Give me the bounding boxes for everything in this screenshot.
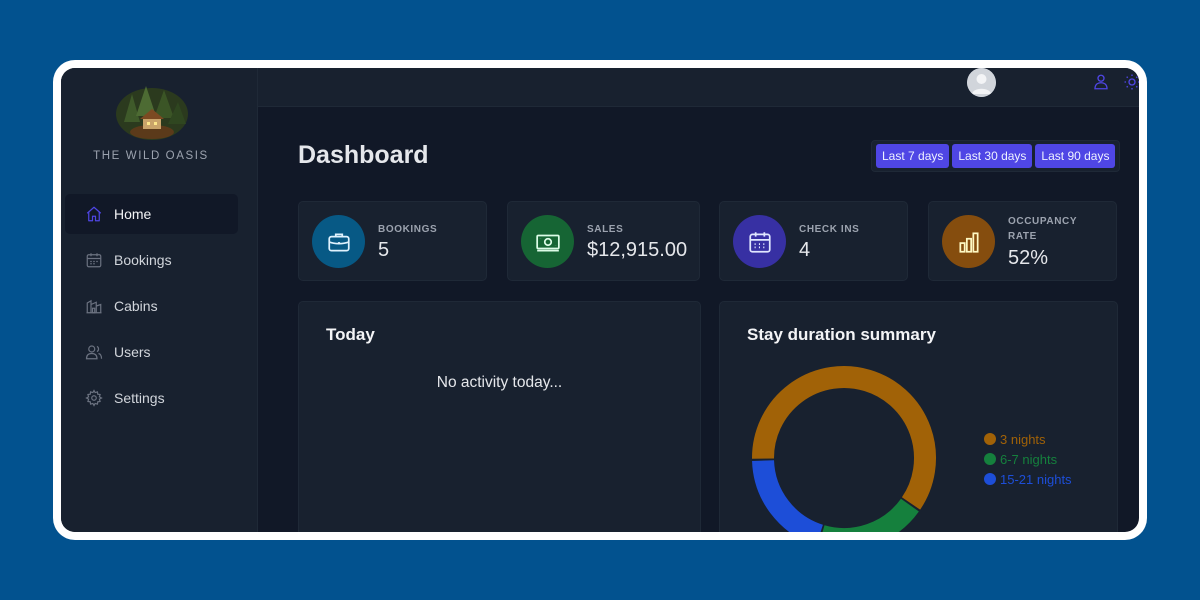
legend-item: 3 nights xyxy=(984,429,1072,449)
legend-dot xyxy=(984,453,996,465)
sidebar-item-bookings[interactable]: Bookings xyxy=(65,240,238,280)
date-filter: Last 7 days Last 30 days Last 90 days xyxy=(871,140,1121,172)
legend-label: 6-7 nights xyxy=(1000,451,1058,467)
donut-segment-0[interactable] xyxy=(752,366,936,510)
sidebar-item-users[interactable]: Users xyxy=(65,332,238,372)
sidebar-item-label: Cabins xyxy=(114,298,158,314)
settings-icon xyxy=(85,389,103,407)
today-panel: Today No activity today... xyxy=(298,301,701,532)
banknote-icon xyxy=(535,234,560,252)
today-title: Today xyxy=(326,325,375,344)
calendar-icon xyxy=(86,253,102,268)
brand-name: THE WILD OASIS xyxy=(93,150,209,162)
logo-image xyxy=(116,86,188,140)
stat-check-ins: CHECK INS 4 xyxy=(719,201,908,281)
calendar-days-icon xyxy=(748,231,771,253)
stat-icon-wrapper xyxy=(521,215,574,268)
stat-value: 4 xyxy=(799,239,811,261)
legend-label: 3 nights xyxy=(1000,431,1046,447)
page-title: Dashboard xyxy=(298,141,429,169)
avatar-placeholder-icon xyxy=(967,68,996,97)
filter-last-7-days-button[interactable]: Last 7 days xyxy=(876,144,950,168)
briefcase-icon xyxy=(327,233,350,252)
filter-last-30-days-button[interactable]: Last 30 days xyxy=(952,144,1033,168)
stat-label: BOOKINGS xyxy=(378,224,438,235)
stat-bookings: BOOKINGS 5 xyxy=(298,201,487,281)
legend-item: 15-21 nights xyxy=(984,469,1072,489)
stat-icon-wrapper xyxy=(733,215,786,268)
donut-segment-2[interactable] xyxy=(752,459,824,532)
sidebar-item-settings[interactable]: Settings xyxy=(65,378,238,418)
sidebar-item-label: Home xyxy=(114,206,152,222)
stat-label: CHECK INS xyxy=(799,224,860,235)
top-header xyxy=(258,68,1139,107)
stat-sales: SALES $12,915.00 xyxy=(507,201,700,281)
no-activity-text: No activity today... xyxy=(436,374,563,391)
sidebar-item-home[interactable]: Home xyxy=(65,194,238,234)
sidebar: THE WILD OASIS Home Bookings Cabins User… xyxy=(61,68,258,532)
sidebar-item-label: Settings xyxy=(114,390,165,406)
chart-legend: 3 nights 6-7 nights 15-21 nights xyxy=(984,429,1072,489)
chart-bar-icon xyxy=(958,231,979,253)
filter-last-90-days-button[interactable]: Last 90 days xyxy=(1035,144,1116,168)
stay-duration-donut-chart xyxy=(752,366,936,532)
sidebar-item-label: Users xyxy=(114,344,151,360)
sidebar-item-cabins[interactable]: Cabins xyxy=(65,286,238,326)
sun-icon[interactable] xyxy=(1123,73,1139,91)
stat-icon-wrapper xyxy=(942,215,995,268)
stat-label: OCCUPANCY RATE xyxy=(1008,216,1077,242)
user-icon[interactable] xyxy=(1092,73,1110,91)
stat-label: SALES xyxy=(587,224,624,235)
cabin-icon xyxy=(86,299,102,314)
legend-dot xyxy=(984,433,996,445)
sidebar-nav: Home Bookings Cabins Users Settings xyxy=(65,194,238,424)
stat-occupancy-rate: OCCUPANCY RATE 52% xyxy=(928,201,1117,281)
stat-value: 52% xyxy=(1008,247,1049,269)
avatar[interactable] xyxy=(967,68,996,97)
users-icon xyxy=(85,345,103,360)
app-window: THE WILD OASIS Home Bookings Cabins User… xyxy=(61,68,1139,532)
legend-dot xyxy=(984,473,996,485)
stat-icon-wrapper xyxy=(312,215,365,268)
home-icon xyxy=(86,206,102,222)
main-content: Dashboard Last 7 days Last 30 days Last … xyxy=(258,107,1139,532)
stay-duration-title: Stay duration summary xyxy=(747,325,936,344)
sidebar-item-label: Bookings xyxy=(114,252,172,268)
legend-item: 6-7 nights xyxy=(984,449,1072,469)
stat-value: $12,915.00 xyxy=(587,239,688,261)
legend-label: 15-21 nights xyxy=(1000,471,1072,487)
donut-segment-1[interactable] xyxy=(821,498,919,532)
stat-value: 5 xyxy=(378,239,390,261)
stay-duration-panel: Stay duration summary 3 nights 6-7 night… xyxy=(719,301,1118,532)
